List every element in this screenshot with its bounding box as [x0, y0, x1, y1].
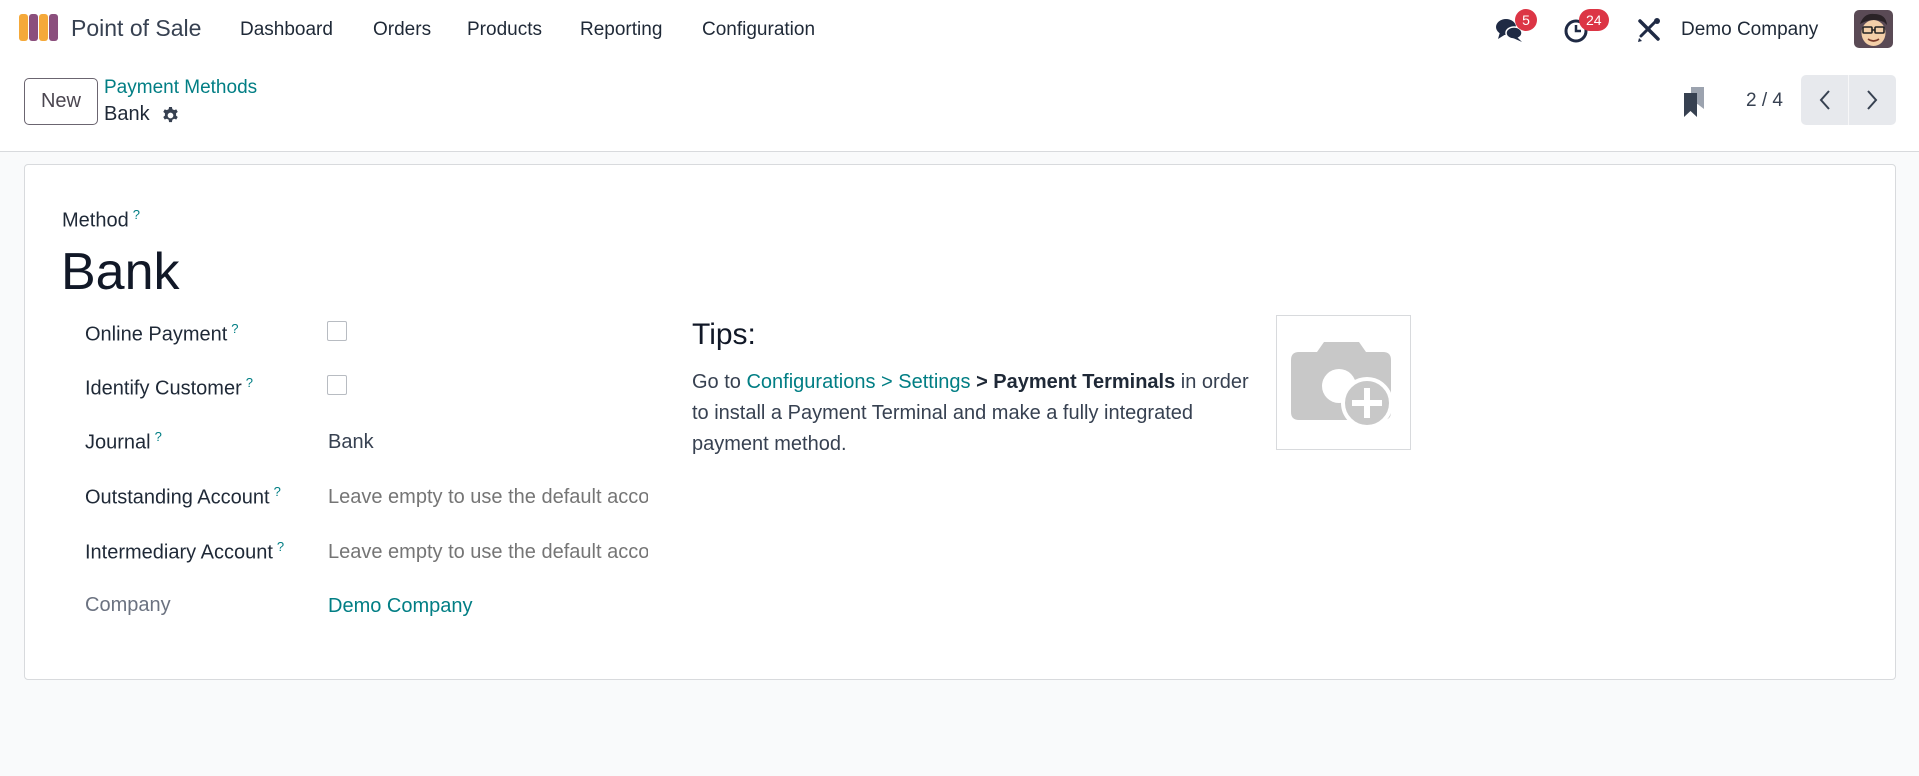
user-avatar[interactable] [1854, 10, 1893, 48]
activities-badge: 24 [1579, 9, 1609, 31]
menu-products[interactable]: Products [467, 19, 542, 41]
settings-link[interactable]: Configurations > Settings [746, 371, 970, 393]
form-sheet: Method? Bank Online Payment? Identify Cu… [24, 164, 1896, 680]
pos-app-icon[interactable] [19, 14, 59, 44]
outstanding-account-label: Outstanding Account? [85, 484, 281, 509]
help-tooltip-icon[interactable]: ? [133, 207, 140, 222]
intermediary-account-input[interactable] [328, 538, 648, 566]
help-tooltip-icon[interactable]: ? [231, 321, 238, 336]
intermediary-account-label: Intermediary Account? [85, 539, 285, 564]
help-tooltip-icon[interactable]: ? [274, 484, 281, 499]
online-payment-checkbox[interactable] [327, 321, 347, 341]
menu-dashboard[interactable]: Dashboard [240, 19, 333, 41]
identify-customer-label: Identify Customer? [85, 375, 253, 400]
tips-title: Tips: [692, 318, 756, 351]
pager-next-button[interactable] [1848, 75, 1895, 125]
identify-customer-checkbox[interactable] [327, 375, 347, 395]
outstanding-account-input[interactable] [328, 483, 648, 511]
journal-field[interactable]: Bank [328, 431, 374, 454]
gear-icon[interactable] [161, 106, 180, 125]
menu-configuration[interactable]: Configuration [702, 19, 815, 41]
top-navbar: Point of Sale Dashboard Orders Products … [0, 0, 1919, 60]
tips-text: Go to Configurations > Settings > Paymen… [692, 371, 1249, 455]
pager-value[interactable]: 2 / 4 [1746, 90, 1783, 112]
chevron-left-icon [1819, 90, 1830, 110]
method-name-field[interactable]: Bank [61, 242, 180, 302]
help-tooltip-icon[interactable]: ? [277, 539, 284, 554]
online-payment-label: Online Payment? [85, 321, 239, 346]
image-upload[interactable] [1276, 315, 1411, 450]
pager-previous-button[interactable] [1801, 75, 1848, 125]
app-name[interactable]: Point of Sale [71, 15, 201, 42]
chevron-right-icon [1867, 90, 1878, 110]
control-panel: New Payment Methods Bank 2 / 4 [0, 60, 1919, 152]
help-tooltip-icon[interactable]: ? [246, 375, 253, 390]
company-label: Company [85, 594, 171, 616]
help-tooltip-icon[interactable]: ? [155, 429, 162, 444]
menu-orders[interactable]: Orders [373, 19, 431, 41]
method-label: Method? [62, 207, 140, 232]
breadcrumb-current-record: Bank [104, 103, 150, 125]
bookmark-icon[interactable] [1683, 87, 1705, 118]
company-field-link[interactable]: Demo Company [328, 595, 473, 618]
camera-plus-icon [1291, 342, 1393, 429]
tools-icon[interactable] [1635, 16, 1665, 44]
pager-buttons [1801, 75, 1896, 125]
journal-label: Journal? [85, 429, 162, 454]
company-switcher[interactable]: Demo Company [1681, 19, 1818, 41]
messages-badge: 5 [1515, 9, 1537, 31]
breadcrumb-payment-methods[interactable]: Payment Methods [104, 77, 257, 99]
new-button[interactable]: New [24, 78, 98, 125]
menu-reporting[interactable]: Reporting [580, 19, 662, 41]
